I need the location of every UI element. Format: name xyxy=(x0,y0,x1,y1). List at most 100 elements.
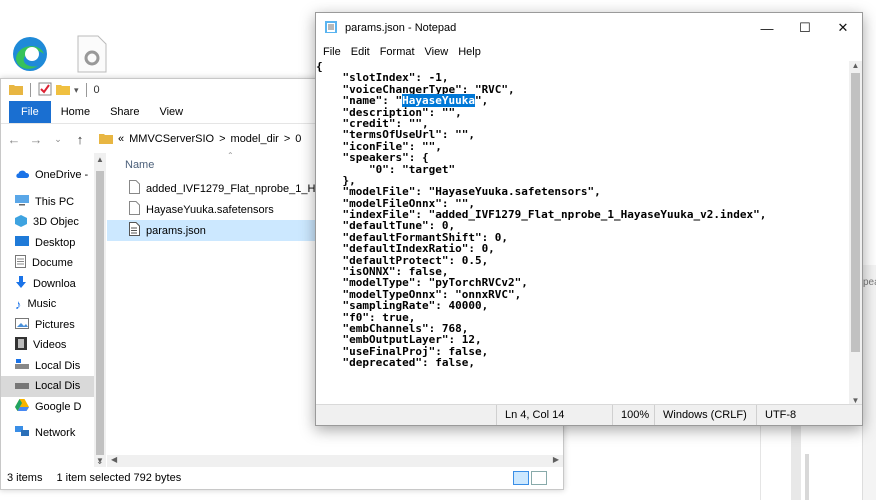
background-window-text: pea xyxy=(863,277,876,288)
sidebar-item-videos[interactable]: Videos xyxy=(1,335,94,356)
notepad-app-icon xyxy=(324,20,338,37)
maximize-icon[interactable]: ☐ xyxy=(786,13,824,43)
sidebar-item-local-disk-c[interactable]: Local Dis xyxy=(1,356,94,377)
breadcrumb-item[interactable]: model_dir xyxy=(231,133,279,145)
drive-icon xyxy=(15,380,29,392)
navigation-pane-scrollbar[interactable]: ▲ ▼ xyxy=(94,153,106,467)
document-icon xyxy=(15,255,26,271)
scroll-up-arrow-icon[interactable]: ▲ xyxy=(94,155,106,164)
recent-locations-chevron-icon[interactable]: ⌄ xyxy=(51,134,65,145)
new-folder-icon[interactable] xyxy=(56,83,70,98)
background-window: pea xyxy=(862,265,876,500)
network-icon xyxy=(15,426,29,440)
windows-drive-icon xyxy=(15,359,29,372)
notepad-window[interactable]: params.json - Notepad — ☐ ✕ File Edit Fo… xyxy=(315,12,863,426)
minimize-icon[interactable]: — xyxy=(748,13,786,43)
settings-file-desktop-icon[interactable] xyxy=(76,34,108,74)
large-icons-view-icon[interactable] xyxy=(531,471,547,485)
text-line: "0": "target" xyxy=(316,162,456,176)
text-line: "speakers": { xyxy=(316,151,429,165)
file-icon xyxy=(129,201,140,218)
text-line-name: "name": "HayaseYuuka", xyxy=(316,94,849,108)
back-arrow-icon[interactable]: ← xyxy=(7,132,21,147)
notepad-title: params.json - Notepad xyxy=(345,22,457,34)
text-line: "deprecated": false, xyxy=(316,356,475,370)
window-title: 0 xyxy=(93,84,100,96)
notepad-status-bar: Ln 4, Col 14 100% Windows (CRLF) UTF-8 xyxy=(316,404,862,425)
sidebar-item-onedrive[interactable]: OneDrive - xyxy=(1,165,94,186)
separator xyxy=(85,83,87,97)
breadcrumb-item[interactable]: MMVCServerSIO xyxy=(129,133,214,145)
sidebar-item-desktop[interactable]: Desktop xyxy=(1,233,94,254)
text-line: "modelFile": "HayaseYuuka.safetensors", xyxy=(316,185,601,199)
sidebar-item-pictures[interactable]: Pictures xyxy=(1,315,94,336)
explorer-status-bar: 3 items 1 item selected 792 bytes xyxy=(1,467,563,489)
notepad-file-icon xyxy=(129,222,140,239)
sidebar-item-this-pc[interactable]: This PC xyxy=(1,192,94,213)
navigation-pane: OneDrive - This PC 3D Objec Desktop Docu… xyxy=(1,153,94,467)
edge-desktop-icon[interactable] xyxy=(10,34,50,74)
encoding: UTF-8 xyxy=(756,405,845,425)
download-arrow-icon xyxy=(15,276,27,291)
file-name: HayaseYuuka.safetensors xyxy=(146,203,274,216)
item-count: 3 items xyxy=(7,472,43,484)
text-segment: ", xyxy=(474,94,489,108)
scrollbar-thumb[interactable] xyxy=(96,171,104,455)
notepad-menu-bar: File Edit Format View Help xyxy=(316,43,862,60)
notepad-titlebar[interactable]: params.json - Notepad — ☐ ✕ xyxy=(316,13,862,43)
view-toggle xyxy=(513,471,547,485)
scroll-left-arrow-icon[interactable]: ◀ xyxy=(111,455,117,464)
picture-icon xyxy=(15,317,29,332)
sidebar-item-music[interactable]: ♪ Music xyxy=(1,294,94,315)
ribbon-tab-share[interactable]: Share xyxy=(100,101,149,123)
computer-icon xyxy=(15,194,29,209)
breadcrumb-overflow[interactable]: « xyxy=(118,133,124,145)
customize-quick-access-icon[interactable]: ▾ xyxy=(74,85,79,96)
menu-format[interactable]: Format xyxy=(375,46,420,58)
properties-icon[interactable] xyxy=(38,82,52,99)
sidebar-item-3d-objects[interactable]: 3D Objec xyxy=(1,212,94,233)
up-arrow-icon[interactable]: ↑ xyxy=(73,132,87,147)
forward-arrow-icon[interactable]: → xyxy=(29,132,43,147)
breadcrumb-separator[interactable]: > xyxy=(284,133,290,145)
text-line: "defaultIndexRatio": 0, xyxy=(316,242,495,256)
collapse-chevron-icon[interactable]: ⌄ xyxy=(96,456,104,467)
sidebar-item-local-disk-d[interactable]: Local Dis xyxy=(1,376,94,397)
breadcrumb-item[interactable]: 0 xyxy=(295,133,301,145)
horizontal-scrollbar[interactable]: ◀ ▶ xyxy=(107,455,563,467)
notepad-text-area[interactable]: { "slotIndex": -1, "voiceChangerType": "… xyxy=(316,61,849,405)
sidebar-item-google-drive[interactable]: Google D xyxy=(1,397,94,418)
scroll-right-arrow-icon[interactable]: ▶ xyxy=(553,455,559,464)
background-chart-fragment xyxy=(791,424,809,500)
ribbon-tab-home[interactable]: Home xyxy=(51,101,100,123)
folder-icon xyxy=(9,83,23,98)
cube-icon xyxy=(15,214,27,230)
details-view-icon[interactable] xyxy=(513,471,529,485)
address-bar[interactable]: « MMVCServerSIO > model_dir > 0 xyxy=(95,128,305,150)
scrollbar-thumb[interactable] xyxy=(851,73,860,352)
background-window-fragment xyxy=(760,424,863,500)
text-line: "samplingRate": 40000, xyxy=(316,299,489,313)
cursor-position: Ln 4, Col 14 xyxy=(496,405,615,425)
line-ending: Windows (CRLF) xyxy=(654,405,761,425)
sidebar-item-downloads[interactable]: Downloa xyxy=(1,274,94,295)
sidebar-item-network[interactable]: Network xyxy=(1,423,94,444)
breadcrumb-separator[interactable]: > xyxy=(219,133,225,145)
notepad-vertical-scrollbar[interactable]: ▲ ▼ xyxy=(849,61,862,405)
sidebar-item-documents[interactable]: Docume xyxy=(1,253,94,274)
folder-icon xyxy=(99,132,113,147)
menu-edit[interactable]: Edit xyxy=(346,46,375,58)
close-icon[interactable]: ✕ xyxy=(824,13,862,43)
scroll-up-arrow-icon[interactable]: ▲ xyxy=(849,61,862,70)
ribbon-tab-file[interactable]: File xyxy=(9,101,51,123)
menu-file[interactable]: File xyxy=(318,46,346,58)
selection-info: 1 item selected 792 bytes xyxy=(56,472,182,484)
menu-view[interactable]: View xyxy=(420,46,454,58)
ribbon-tab-view[interactable]: View xyxy=(149,101,193,123)
menu-help[interactable]: Help xyxy=(453,46,486,58)
cloud-icon xyxy=(15,169,30,182)
separator xyxy=(30,83,31,97)
window-controls: — ☐ ✕ xyxy=(748,13,862,43)
file-icon xyxy=(129,180,140,197)
file-name: params.json xyxy=(146,224,206,237)
